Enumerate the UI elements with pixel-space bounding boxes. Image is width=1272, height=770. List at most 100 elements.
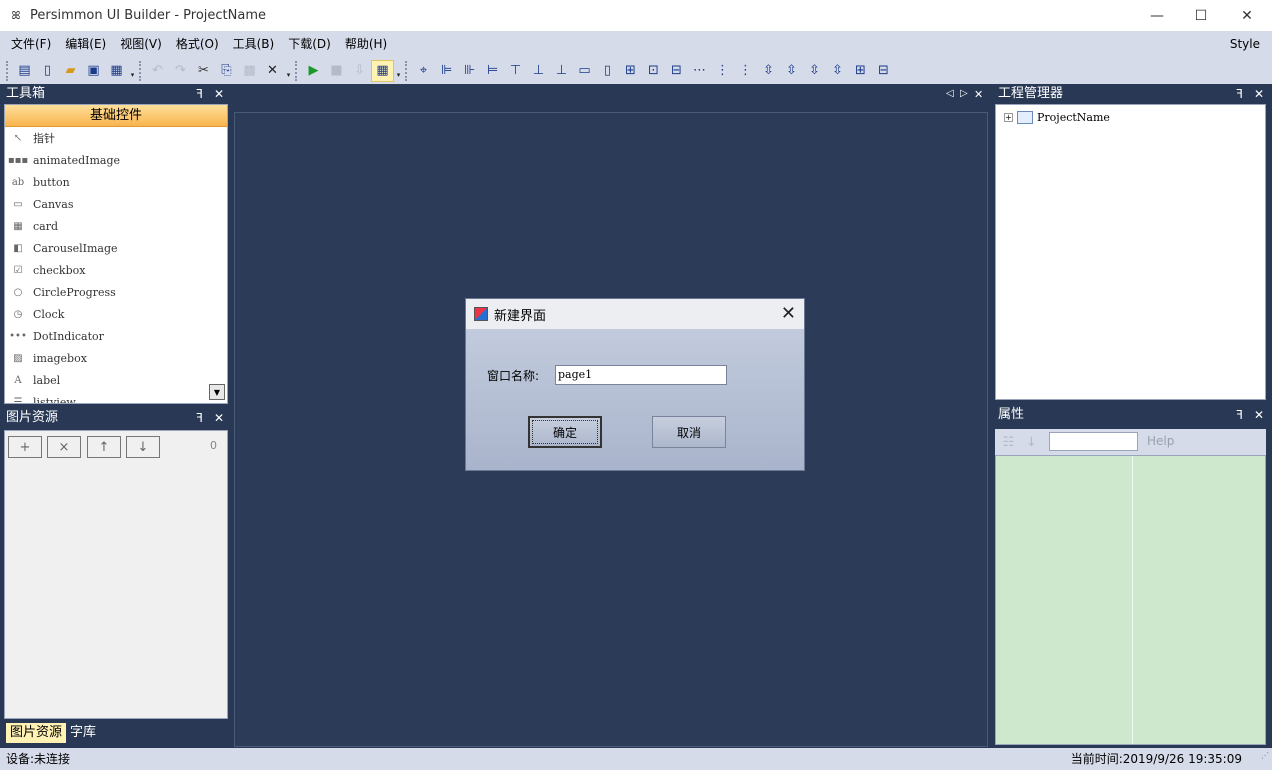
- toolbox-item[interactable]: ▨ imagebox: [5, 347, 227, 369]
- align-middle-icon[interactable]: ⊥: [527, 60, 550, 82]
- sort-alphabetical-icon[interactable]: ↓: [1020, 431, 1043, 453]
- menu-help[interactable]: 帮助(H): [338, 31, 394, 57]
- move-up-button[interactable]: ↑: [87, 436, 121, 458]
- window-name-input[interactable]: page1: [555, 365, 727, 385]
- grid-toggle-icon[interactable]: ▦: [371, 59, 394, 82]
- save-all-icon[interactable]: ▦: [105, 60, 128, 82]
- toolbar-overflow-dropdown[interactable]: ▾: [394, 60, 403, 82]
- close-icon[interactable]: ✕: [214, 408, 224, 428]
- menu-edit[interactable]: 编辑(E): [58, 31, 113, 57]
- align-to-grid-icon[interactable]: ⌖: [412, 60, 435, 82]
- menu-tools[interactable]: 工具(B): [226, 31, 282, 57]
- toolbox-item[interactable]: ↖ 指针: [5, 127, 227, 149]
- toolbar-grip[interactable]: [139, 60, 143, 81]
- close-button[interactable]: ✕: [1224, 0, 1270, 31]
- align-left-icon[interactable]: ⊫: [435, 60, 458, 82]
- properties-grid[interactable]: [995, 455, 1266, 745]
- tab-scroll-left-icon[interactable]: ◁: [946, 88, 954, 99]
- menu-download[interactable]: 下载(D): [281, 31, 338, 57]
- toolbar-grip[interactable]: [6, 60, 10, 81]
- toolbox-item[interactable]: ▦ card: [5, 215, 227, 237]
- pin-icon[interactable]: ꟻ: [1236, 84, 1243, 104]
- toolbox-item[interactable]: ☑ checkbox: [5, 259, 227, 281]
- toolbox-item[interactable]: ▪▪▪ animatedImage: [5, 149, 227, 171]
- new-page-icon[interactable]: ▤: [13, 60, 36, 82]
- toolbox-item[interactable]: ○ CircleProgress: [5, 281, 227, 303]
- center-vertically-icon[interactable]: ⊟: [872, 60, 895, 82]
- toolbar-grip[interactable]: [295, 60, 299, 81]
- tab-font-library[interactable]: 字库: [66, 723, 100, 743]
- center-horizontally-icon[interactable]: ⊞: [849, 60, 872, 82]
- pin-icon[interactable]: ꟻ: [1236, 405, 1243, 425]
- align-bottom-icon[interactable]: ⊥: [550, 60, 573, 82]
- grid-column-divider[interactable]: [1132, 456, 1133, 744]
- scroll-down-icon[interactable]: ▼: [209, 384, 225, 400]
- stop-icon[interactable]: ■: [325, 60, 348, 82]
- horizontal-spacing-equal-icon[interactable]: ⊟: [665, 60, 688, 82]
- help-label[interactable]: Help: [1147, 434, 1174, 448]
- tab-image-resources[interactable]: 图片资源: [6, 723, 67, 743]
- menu-format[interactable]: 格式(O): [169, 31, 226, 57]
- toolbox-item[interactable]: ••• DotIndicator: [5, 325, 227, 347]
- maximize-button[interactable]: ☐: [1178, 0, 1224, 31]
- redo-icon[interactable]: ↷: [169, 60, 192, 82]
- menu-view[interactable]: 视图(V): [113, 31, 169, 57]
- toolbox-item[interactable]: ◧ CarouselImage: [5, 237, 227, 259]
- align-center-icon[interactable]: ⊪: [458, 60, 481, 82]
- paste-icon[interactable]: ▩: [238, 60, 261, 82]
- move-down-button[interactable]: ↓: [126, 436, 160, 458]
- vertical-spacing-increase-icon[interactable]: ⇳: [780, 60, 803, 82]
- copy-icon[interactable]: ⎘: [215, 60, 238, 82]
- align-top-icon[interactable]: ⊤: [504, 60, 527, 82]
- properties-search-input[interactable]: [1049, 432, 1138, 451]
- toolbox-item[interactable]: Alabel: [5, 369, 227, 391]
- same-size-icon[interactable]: ⊞: [619, 60, 642, 82]
- expand-icon[interactable]: +: [1004, 113, 1013, 122]
- horizontal-spacing-remove-icon[interactable]: ⋮: [734, 60, 757, 82]
- toolbar-overflow-dropdown[interactable]: ▾: [128, 60, 137, 82]
- align-right-icon[interactable]: ⊨: [481, 60, 504, 82]
- vertical-spacing-remove-icon[interactable]: ⇳: [826, 60, 849, 82]
- open-folder-icon[interactable]: ▰: [59, 60, 82, 82]
- ok-button[interactable]: 确定: [528, 416, 602, 448]
- toolbox-category-header[interactable]: 基础控件: [5, 105, 227, 127]
- vertical-spacing-decrease-icon[interactable]: ⇳: [803, 60, 826, 82]
- menu-style[interactable]: Style: [1230, 31, 1260, 57]
- pin-icon[interactable]: ꟻ: [196, 408, 203, 428]
- tree-node-project[interactable]: + ProjectName: [1004, 111, 1110, 124]
- close-icon[interactable]: ✕: [214, 84, 224, 104]
- menu-file[interactable]: 文件(F): [4, 31, 58, 57]
- close-icon[interactable]: ✕: [1254, 84, 1264, 104]
- download-icon[interactable]: ⇩: [348, 60, 371, 82]
- close-icon[interactable]: ✕: [1254, 405, 1264, 425]
- undo-icon[interactable]: ↶: [146, 60, 169, 82]
- horizontal-spacing-increase-icon[interactable]: ⋯: [688, 60, 711, 82]
- dialog-close-icon[interactable]: ✕: [781, 303, 796, 324]
- add-image-button[interactable]: +: [8, 436, 42, 458]
- toolbox-item-icon: ↖: [13, 132, 23, 144]
- toolbox-item[interactable]: ◷ Clock: [5, 303, 227, 325]
- pin-icon[interactable]: ꟻ: [196, 84, 203, 104]
- resize-grip-icon[interactable]: ⋰: [1261, 745, 1269, 767]
- same-height-icon[interactable]: ▯: [596, 60, 619, 82]
- run-icon[interactable]: ▶: [302, 60, 325, 82]
- horizontal-spacing-decrease-icon[interactable]: ⋮: [711, 60, 734, 82]
- save-icon[interactable]: ▣: [82, 60, 105, 82]
- toolbar-overflow-dropdown[interactable]: ▾: [284, 60, 293, 82]
- delete-icon[interactable]: ✕: [261, 60, 284, 82]
- new-file-icon[interactable]: ▯: [36, 60, 59, 82]
- minimize-button[interactable]: —: [1134, 0, 1180, 31]
- remove-image-button[interactable]: ×: [47, 436, 81, 458]
- toolbox-item[interactable]: ab button: [5, 171, 227, 193]
- cut-icon[interactable]: ✂: [192, 60, 215, 82]
- toolbar-grip[interactable]: [405, 60, 409, 81]
- tab-scroll-right-icon[interactable]: ▷: [960, 88, 968, 99]
- categorized-icon[interactable]: ☷: [997, 431, 1020, 453]
- vertical-spacing-equal-icon[interactable]: ⇳: [757, 60, 780, 82]
- toolbox-item[interactable]: ☰ listview: [5, 391, 227, 404]
- document-close-icon[interactable]: ✕: [974, 88, 983, 101]
- cancel-button[interactable]: 取消: [652, 416, 726, 448]
- same-width-icon[interactable]: ▭: [573, 60, 596, 82]
- toolbox-item[interactable]: ▭ Canvas: [5, 193, 227, 215]
- size-to-grid-icon[interactable]: ⊡: [642, 60, 665, 82]
